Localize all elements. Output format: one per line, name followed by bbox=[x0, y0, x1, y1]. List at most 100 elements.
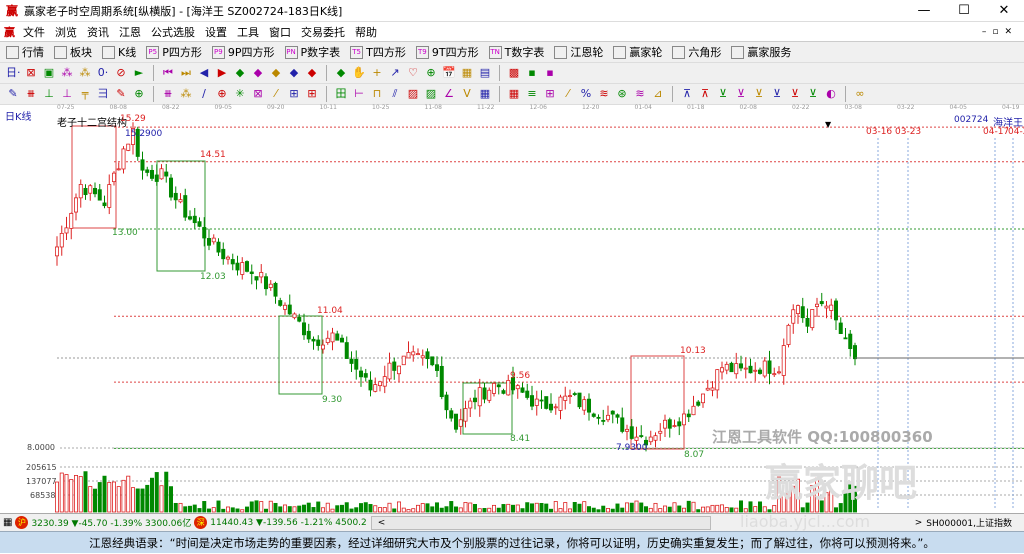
volume-bar bbox=[682, 507, 687, 513]
mark-1300: 13.00 bbox=[112, 228, 138, 238]
volume-bar bbox=[748, 501, 753, 513]
volume-bar bbox=[320, 507, 325, 513]
index-selector[interactable]: SH000001,上证指数 bbox=[926, 516, 1012, 529]
volume-bar bbox=[396, 501, 401, 513]
volume-bar bbox=[354, 507, 359, 513]
candle-body bbox=[596, 416, 601, 419]
candle-body bbox=[786, 324, 791, 345]
candle-body bbox=[696, 401, 701, 406]
volume-bar bbox=[696, 509, 701, 513]
candle-body bbox=[758, 369, 763, 374]
volume-bar bbox=[301, 504, 306, 513]
volume-bar bbox=[97, 482, 102, 513]
candle-body bbox=[392, 361, 397, 371]
volume-bar bbox=[487, 507, 492, 513]
volume-bar bbox=[159, 485, 164, 513]
volume-bar bbox=[154, 472, 159, 513]
volume-bar bbox=[663, 505, 668, 513]
candle-body bbox=[734, 363, 739, 375]
calculator-icon[interactable]: ▦ bbox=[3, 517, 12, 528]
volume-bar bbox=[444, 506, 449, 513]
candle-body bbox=[691, 405, 696, 416]
candle-body bbox=[273, 282, 278, 297]
candle-body bbox=[211, 237, 216, 243]
candle-body bbox=[387, 362, 392, 380]
candle-body bbox=[344, 342, 349, 359]
candle-body bbox=[515, 385, 520, 390]
candle-body bbox=[59, 232, 64, 248]
mark-1013: 10.13 bbox=[680, 346, 706, 356]
candle-body bbox=[173, 192, 178, 201]
candle-body bbox=[625, 428, 630, 432]
mark-1529: 15.29 bbox=[120, 114, 146, 124]
volume-bar bbox=[306, 502, 311, 513]
candle-body bbox=[558, 396, 563, 411]
candle-body bbox=[178, 199, 183, 203]
volume-bar bbox=[653, 502, 658, 513]
candle-body bbox=[306, 330, 311, 340]
volume-bar bbox=[187, 505, 192, 513]
volume-bar bbox=[168, 486, 173, 513]
horizontal-scrollbar[interactable]: < bbox=[370, 515, 711, 530]
candle-body bbox=[126, 143, 131, 151]
candle-body bbox=[102, 202, 107, 207]
candle-body bbox=[116, 168, 121, 171]
volume-bar bbox=[349, 508, 354, 513]
volume-bar bbox=[339, 504, 344, 513]
candle-body bbox=[240, 262, 245, 275]
candle-body bbox=[848, 333, 853, 350]
candle-body bbox=[439, 365, 444, 398]
volume-bar bbox=[425, 503, 430, 513]
volume-bar bbox=[558, 508, 563, 513]
volume-bar bbox=[126, 475, 131, 513]
volume-bar bbox=[701, 506, 706, 513]
candle-body bbox=[743, 367, 748, 370]
candle-body bbox=[701, 393, 706, 404]
volume-bar bbox=[130, 487, 135, 513]
cursor-marker-icon: ▼ bbox=[825, 120, 832, 129]
volume-bar bbox=[83, 471, 88, 513]
candle-body bbox=[83, 187, 88, 196]
mark-930: 9.30 bbox=[322, 395, 343, 405]
candle-body bbox=[159, 168, 164, 180]
volume-bar bbox=[572, 502, 577, 513]
sz-index-quote: 11440.43 ▼-139.56 -1.21% 4500.2 bbox=[210, 517, 367, 528]
sh-index-icon[interactable]: 沪 bbox=[15, 516, 29, 529]
volume-bar bbox=[211, 507, 216, 513]
candle-body bbox=[800, 306, 805, 319]
candle-body bbox=[520, 387, 525, 393]
volume-bar bbox=[344, 502, 349, 513]
candle-body bbox=[724, 363, 729, 371]
watermark-text: 江恩工具软件 QQ:100800360 bbox=[712, 428, 933, 446]
candle-body bbox=[705, 387, 710, 391]
volume-bar bbox=[501, 504, 506, 513]
watermark-url: liaoba.yjcl...com bbox=[740, 512, 871, 531]
volume-bar bbox=[739, 500, 744, 513]
volume-bar bbox=[197, 508, 202, 513]
candle-body bbox=[287, 304, 292, 315]
candle-body bbox=[468, 400, 473, 409]
candle-body bbox=[249, 271, 254, 275]
candle-body bbox=[729, 362, 734, 373]
candle-body bbox=[415, 353, 420, 356]
candle-body bbox=[553, 406, 558, 409]
candle-body bbox=[539, 399, 544, 402]
sz-index-icon[interactable]: 深 bbox=[194, 516, 208, 529]
volume-bar bbox=[69, 479, 74, 513]
candle-body bbox=[819, 301, 824, 305]
scroll-left-button[interactable]: < bbox=[378, 518, 386, 528]
volume-bar bbox=[202, 501, 207, 513]
volume-bar bbox=[610, 508, 615, 513]
candle-body bbox=[316, 339, 321, 346]
candle-body bbox=[853, 345, 858, 360]
candle-body bbox=[235, 262, 240, 271]
scroll-right-button[interactable]: > bbox=[915, 518, 923, 528]
candle-body bbox=[453, 413, 458, 430]
candle-body bbox=[339, 337, 344, 343]
candle-body bbox=[244, 261, 249, 272]
volume-bar bbox=[292, 506, 297, 513]
volume-bar bbox=[672, 502, 677, 513]
candle-body bbox=[183, 195, 188, 218]
candle-body bbox=[534, 398, 539, 406]
candle-body bbox=[358, 370, 363, 378]
